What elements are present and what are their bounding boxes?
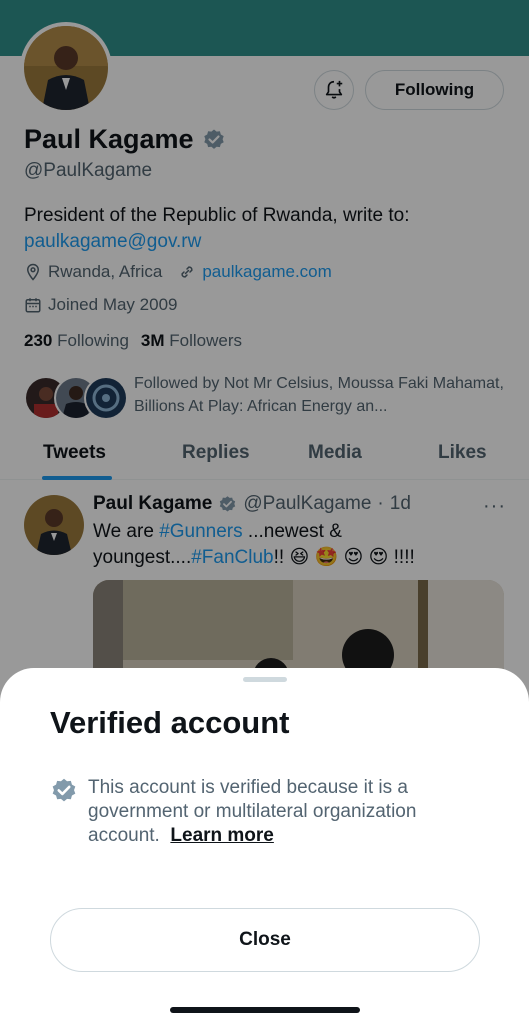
verified-badge-icon [52,778,76,802]
sheet-title: Verified account [50,705,290,740]
sheet-grabber[interactable] [243,677,287,682]
verified-account-sheet: Verified account This account is verifie… [0,668,529,1024]
close-button[interactable]: Close [50,908,480,972]
learn-more-link[interactable]: Learn more [170,825,273,846]
sheet-description: This account is verified because it is a… [88,776,468,848]
home-indicator[interactable] [170,1007,360,1013]
